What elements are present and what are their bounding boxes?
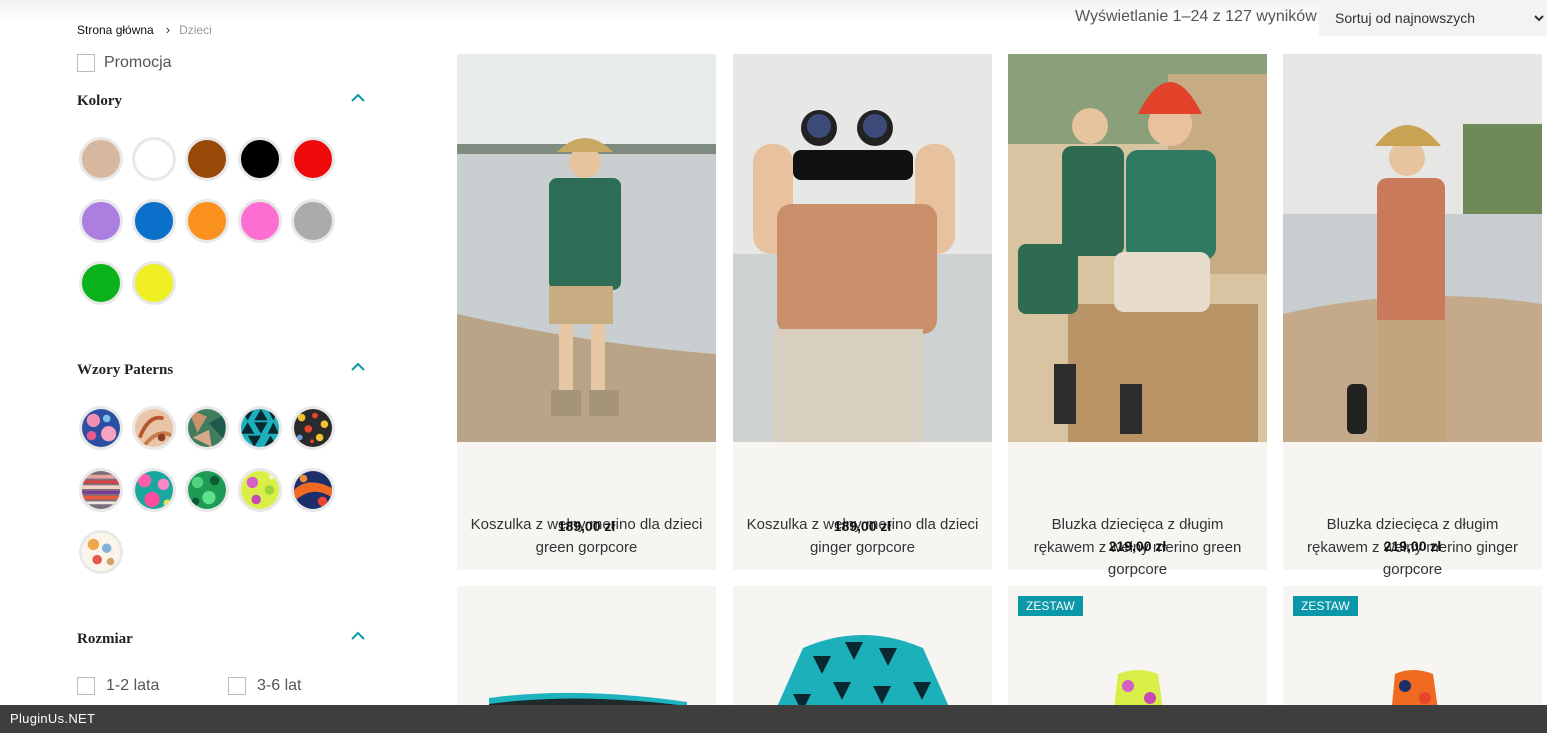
product-image[interactable] (733, 586, 992, 716)
pattern-swatch-green-gorpcore[interactable] (185, 406, 229, 450)
size-option-3-6[interactable]: 3-6 lat (228, 677, 301, 695)
pattern-swatch-confetti-dark[interactable] (291, 406, 335, 450)
breadcrumb-current: Dzieci (179, 22, 212, 37)
promo-filter[interactable]: Promocja (77, 54, 172, 72)
size-filter-title: Rozmiar (77, 631, 133, 647)
color-swatch[interactable] (185, 199, 229, 243)
product-card[interactable] (733, 586, 992, 716)
color-swatch[interactable] (291, 137, 335, 181)
color-swatch[interactable] (291, 199, 335, 243)
pattern-swatch-stripes[interactable] (79, 468, 123, 512)
pattern-swatch-pastel-mix[interactable] (79, 530, 123, 574)
color-swatch[interactable] (79, 199, 123, 243)
pattern-swatch-orange-navy[interactable] (291, 468, 335, 512)
result-count: Wyświetlanie 1–24 z 127 wyników (1075, 8, 1317, 25)
pattern-swatch-leaves-peach[interactable] (132, 406, 176, 450)
pattern-swatch-teal-triangles[interactable] (238, 406, 282, 450)
product-image[interactable] (457, 586, 716, 716)
product-image[interactable] (733, 54, 992, 442)
product-price: 219,00 zł (1108, 538, 1167, 554)
size-checkbox[interactable] (228, 677, 246, 695)
product-card[interactable]: ZESTAW (1283, 586, 1542, 716)
color-swatch[interactable] (132, 137, 176, 181)
bundle-badge: ZESTAW (1293, 596, 1358, 616)
size-label: 1-2 lata (106, 677, 160, 694)
color-swatch[interactable] (238, 137, 282, 181)
product-card[interactable]: Koszulka z wełny merino dla dzieci ginge… (733, 54, 992, 570)
product-card[interactable]: Koszulka z wełny merino dla dzieci green… (457, 54, 716, 570)
product-image[interactable] (1283, 54, 1542, 442)
size-checkbox[interactable] (77, 677, 95, 695)
promo-label: Promocja (104, 54, 172, 71)
pattern-swatch-pink-blobs[interactable] (132, 468, 176, 512)
size-option-1-2[interactable]: 1-2 lata (77, 677, 159, 695)
product-card[interactable]: Bluzka dziecięca z długim rękawem z wełn… (1283, 54, 1542, 578)
sort-select[interactable]: Sortuj od najnowszych (1319, 0, 1547, 36)
product-image[interactable] (1008, 54, 1267, 442)
color-swatch[interactable] (79, 261, 123, 305)
plugin-footer-bar: PluginUs.NET (0, 705, 1547, 733)
product-card[interactable]: ZESTAW (1008, 586, 1267, 716)
breadcrumb: Strona główna › Dzieci (77, 22, 212, 37)
product-card[interactable] (457, 586, 716, 716)
colors-filter-title: Kolory (77, 93, 122, 109)
color-swatch[interactable] (185, 137, 229, 181)
product-price: 189,00 zł (557, 518, 616, 534)
chevron-up-icon[interactable] (349, 359, 367, 373)
color-swatch[interactable] (132, 261, 176, 305)
product-price: 189,00 zł (833, 518, 892, 534)
pattern-swatch-lime-blobs[interactable] (238, 468, 282, 512)
color-swatch[interactable] (238, 199, 282, 243)
pattern-swatch-floral-blue[interactable] (79, 406, 123, 450)
product-image[interactable] (457, 54, 716, 442)
promo-checkbox[interactable] (77, 54, 95, 72)
color-swatch[interactable] (79, 137, 123, 181)
product-card[interactable]: Bluzka dziecięca z długim rękawem z wełn… (1008, 54, 1267, 578)
breadcrumb-home-link[interactable]: Strona główna (77, 23, 154, 37)
bundle-badge: ZESTAW (1018, 596, 1083, 616)
product-price: 219,00 zł (1383, 538, 1442, 554)
chevron-up-icon[interactable] (349, 90, 367, 104)
size-label: 3-6 lat (257, 677, 302, 694)
chevron-up-icon[interactable] (349, 628, 367, 642)
breadcrumb-separator-icon: › (165, 22, 171, 37)
color-swatch[interactable] (132, 199, 176, 243)
pattern-swatch-green-blobs[interactable] (185, 468, 229, 512)
patterns-filter-title: Wzory Paterns (77, 362, 174, 378)
